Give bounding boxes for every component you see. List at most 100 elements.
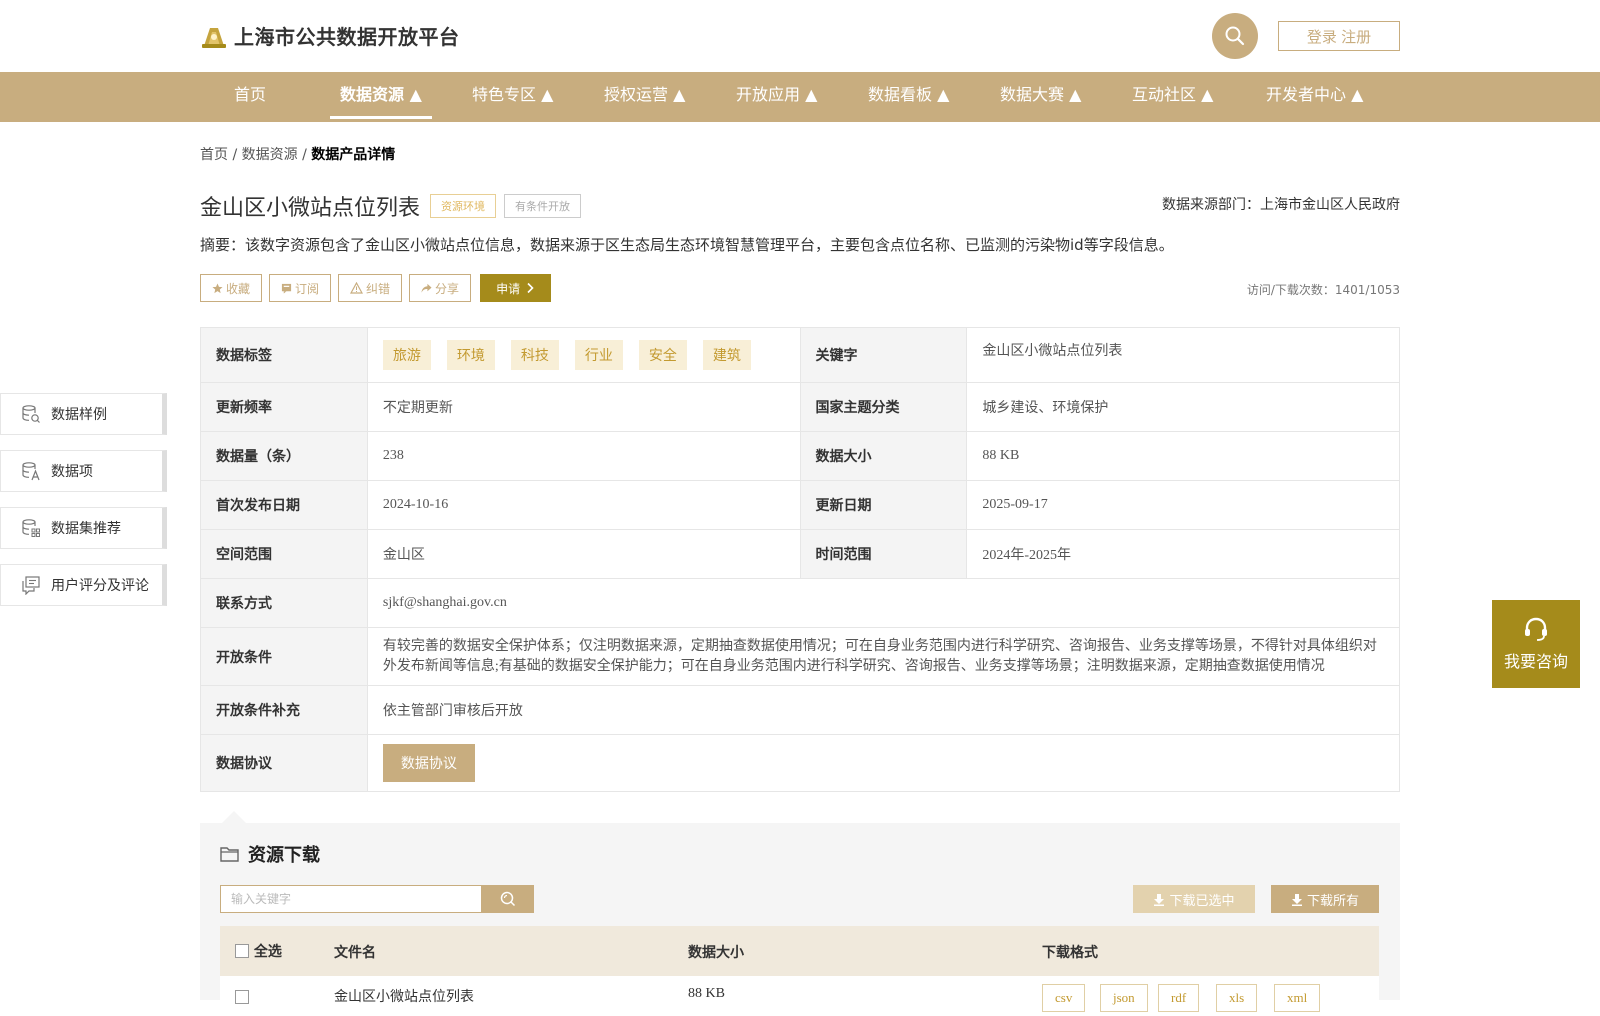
consult-button[interactable]: 我要咨询 (1492, 600, 1580, 688)
breadcrumb-separator: / (302, 147, 307, 163)
update-date-value: 2025-09-17 (967, 481, 1400, 529)
download-icon (1154, 893, 1165, 906)
spatial-range-value: 金山区 (368, 530, 801, 578)
warning-icon (350, 282, 364, 294)
star-icon (212, 282, 223, 293)
time-range-value: 2024年-2025年 (967, 530, 1400, 578)
table-row: 金山区小微站点位列表 88 KB csv json rdf xls xml (220, 976, 1379, 1016)
nav-featured-zones[interactable]: 特色专区 ▲ (472, 72, 553, 122)
sidebar-item-dataset-recommend[interactable]: 数据集推荐 (0, 507, 167, 549)
open-type-tag: 有条件开放 (504, 194, 582, 218)
category-tag[interactable]: 资源环境 (430, 194, 497, 218)
nav-data-contest[interactable]: 数据大赛 ▲ (1000, 72, 1081, 122)
data-size-label: 数据大小 (800, 432, 968, 480)
tag-chip[interactable]: 安全 (638, 340, 687, 370)
breadcrumb: 首页 / 数据资源 / 数据产品详情 (200, 144, 395, 164)
dataset-abstract: 摘要：该数字资源包含了金山区小微站点位信息，数据来源于区生态局生态环境智慧管理平… (200, 236, 1174, 254)
first-publish-value: 2024-10-16 (368, 481, 801, 529)
resource-download-section: 资源下载 下载已选中 下载所有 全选 文件名 数据大小 下载格式 金山区小微站点… (200, 823, 1400, 1016)
tag-chip[interactable]: 环境 (446, 340, 495, 370)
download-selected-label: 下载已选中 (1169, 893, 1235, 909)
subscribe-label: 订阅 (295, 281, 320, 296)
table-row: 联系方式 sjkf@shanghai.gov.cn (201, 579, 1400, 628)
table-row: 开放条件补充 依主管部门审核后开放 (201, 686, 1400, 735)
breadcrumb-resources[interactable]: 数据资源 (242, 147, 298, 163)
favorite-label: 收藏 (226, 281, 251, 296)
nav-data-dashboard[interactable]: 数据看板 ▲ (868, 72, 949, 122)
site-logo[interactable]: 上海市公共数据开放平台 (200, 21, 460, 50)
share-icon (421, 283, 432, 293)
tag-chip[interactable]: 建筑 (702, 340, 751, 370)
open-condition-label: 开放条件 (201, 628, 368, 685)
favorite-button[interactable]: 收藏 (200, 274, 263, 302)
login-register-button[interactable]: 登录 注册 (1278, 21, 1400, 51)
resource-download-label: 资源下载 (248, 845, 320, 866)
format-rdf-button[interactable]: rdf (1158, 984, 1200, 1012)
download-all-label: 下载所有 (1306, 893, 1359, 909)
format-json-button[interactable]: json (1100, 984, 1148, 1012)
format-xml-button[interactable]: xml (1274, 984, 1321, 1012)
open-condition-value: 有较完善的数据安全保护体系；仅注明数据来源，定期抽查数据使用情况；可在自身业务范… (368, 628, 1400, 685)
spatial-range-label: 空间范围 (201, 530, 368, 578)
update-frequency-value: 不定期更新 (368, 383, 801, 431)
logo-icon (202, 27, 226, 48)
theme-value: 城乡建设、环境保护 (967, 383, 1400, 431)
sidebar-item-label: 用户评分及评论 (51, 578, 149, 594)
nav-community[interactable]: 互动社区 ▲ (1132, 72, 1213, 122)
download-all-button[interactable]: 下载所有 (1271, 885, 1379, 913)
database-icon (22, 405, 40, 423)
chevron-right-icon (527, 282, 534, 294)
section-notch (222, 811, 246, 823)
record-count-label: 数据量（条） (201, 432, 368, 480)
apply-button[interactable]: 申请 (480, 274, 552, 302)
data-protocol-cell: 数据协议 (368, 735, 1400, 791)
data-protocol-button[interactable]: 数据协议 (382, 744, 475, 782)
column-format: 下载格式 (1042, 945, 1098, 961)
tag-chip[interactable]: 旅游 (382, 340, 431, 370)
column-filename: 文件名 (334, 945, 376, 961)
nav-data-resources[interactable]: 数据资源 ▲ (340, 72, 422, 122)
resource-table-header: 全选 文件名 数据大小 下载格式 (220, 926, 1379, 976)
headset-icon (1525, 617, 1547, 641)
subscribe-button[interactable]: 订阅 (269, 274, 332, 302)
table-row: 首次发布日期 2024-10-16 更新日期 2025-09-17 (201, 481, 1400, 530)
data-protocol-label: 数据协议 (201, 735, 368, 791)
resource-search-button[interactable] (482, 885, 534, 913)
format-xls-button[interactable]: xls (1216, 984, 1258, 1012)
open-condition-extra-label: 开放条件补充 (201, 686, 368, 734)
action-bar: 收藏 订阅 纠错 分享 申请 (200, 274, 552, 302)
sidebar-item-data-fields[interactable]: 数据项 (0, 450, 167, 492)
row-filename[interactable]: 金山区小微站点位列表 (334, 986, 474, 1006)
download-selected-button[interactable]: 下载已选中 (1133, 885, 1255, 913)
nav-open-apps[interactable]: 开放应用 ▲ (736, 72, 817, 122)
sidebar-item-rating-comments[interactable]: 用户评分及评论 (0, 564, 167, 606)
nav-home[interactable]: 首页 (234, 72, 266, 122)
keyword-label: 关键字 (800, 328, 968, 382)
sidebar-item-data-sample[interactable]: 数据样例 (0, 393, 167, 435)
breadcrumb-separator: / (232, 147, 238, 163)
nav-developer-center[interactable]: 开发者中心 ▲ (1266, 72, 1363, 122)
tag-chip[interactable]: 行业 (574, 340, 623, 370)
nav-active-indicator (330, 116, 432, 119)
report-error-button[interactable]: 纠错 (338, 274, 403, 302)
dataset-info-table: 数据标签 旅游 环境 科技 行业 安全 建筑 关键字 金山区小微站点位列表 更新… (200, 327, 1400, 792)
global-search-button[interactable] (1212, 13, 1258, 59)
tags-label: 数据标签 (201, 328, 368, 382)
resource-search-input[interactable] (220, 885, 482, 913)
time-range-label: 时间范围 (800, 530, 968, 578)
select-all-checkbox[interactable] (235, 944, 249, 958)
tag-chip[interactable]: 科技 (510, 340, 559, 370)
main-nav: 首页 数据资源 ▲ 特色专区 ▲ 授权运营 ▲ 开放应用 ▲ 数据看板 ▲ 数据… (0, 72, 1600, 122)
search-icon (1225, 26, 1245, 46)
nav-authorized-operation[interactable]: 授权运营 ▲ (604, 72, 685, 122)
format-csv-button[interactable]: csv (1042, 984, 1086, 1012)
breadcrumb-home[interactable]: 首页 (200, 147, 228, 163)
apply-label: 申请 (496, 281, 521, 296)
site-title: 上海市公共数据开放平台 (234, 25, 460, 49)
share-button[interactable]: 分享 (409, 274, 472, 302)
select-all-control[interactable]: 全选 (235, 941, 282, 961)
update-frequency-label: 更新频率 (201, 383, 368, 431)
source-department: 数据来源部门：上海市金山区人民政府 (1162, 197, 1400, 213)
row-checkbox[interactable] (235, 990, 249, 1004)
sidebar-item-label: 数据项 (51, 464, 93, 480)
